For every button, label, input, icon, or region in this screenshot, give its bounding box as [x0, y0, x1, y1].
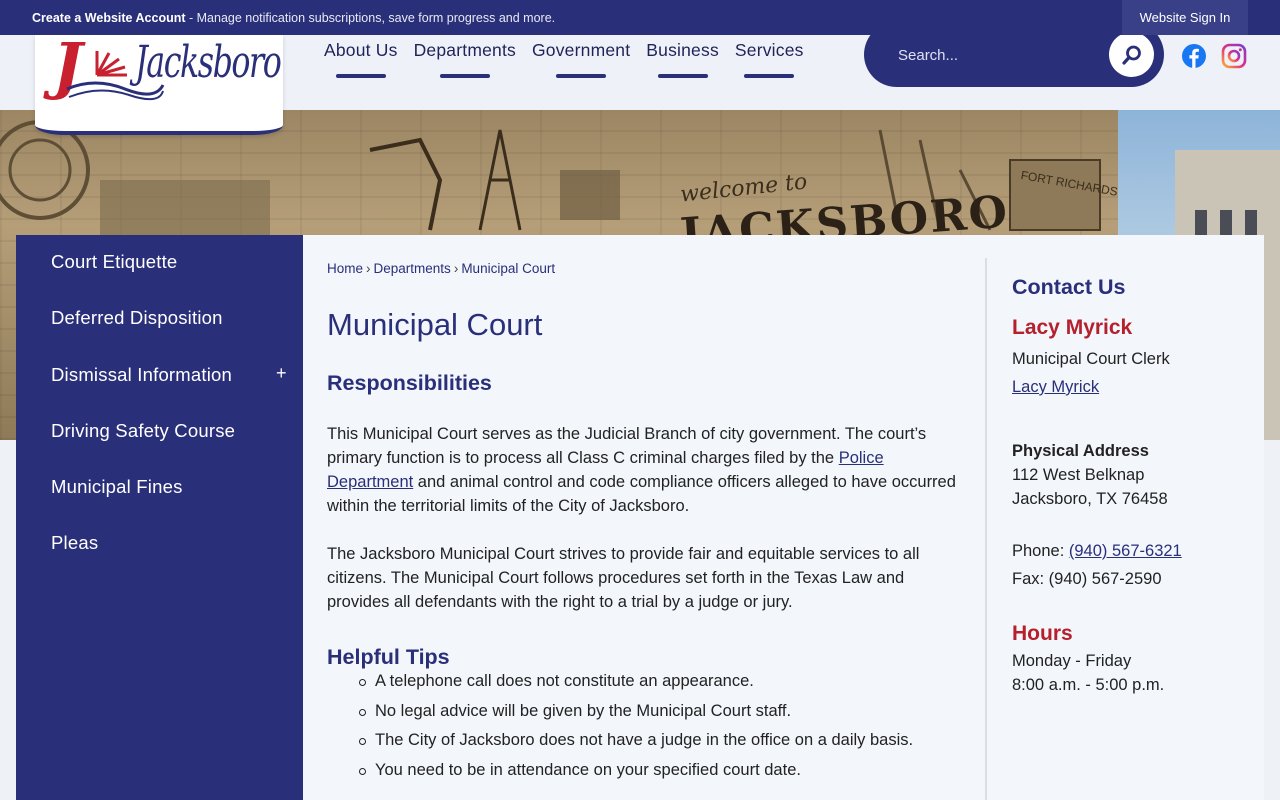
fax-line: Fax: (940) 567-2590	[1012, 570, 1162, 588]
hours-heading: Hours	[1012, 622, 1073, 645]
search-icon	[1121, 45, 1141, 65]
instagram-icon[interactable]	[1221, 43, 1247, 69]
expand-toggle-icon[interactable]: +	[276, 363, 287, 384]
nav-business[interactable]: Business	[638, 40, 727, 76]
responsibilities-heading: Responsibilities	[327, 371, 492, 395]
helpful-tips-heading: Helpful Tips	[327, 645, 450, 669]
phone-label: Phone:	[1012, 542, 1069, 560]
contact-heading: Contact Us	[1012, 275, 1126, 299]
breadcrumb-current[interactable]: Municipal Court	[461, 261, 555, 276]
nav-government[interactable]: Government	[524, 40, 638, 76]
sidebar-item-dismissal-information[interactable]: Dismissal Information	[51, 364, 232, 386]
contact-email-link[interactable]: Lacy Myrick	[1012, 378, 1099, 396]
contact-email-line: Lacy Myrick	[1012, 375, 1099, 399]
nav-services[interactable]: Services	[727, 40, 812, 76]
create-account-text: - Manage notification subscriptions, sav…	[185, 10, 556, 25]
main-content: Home › Departments › Municipal Court Municip…	[303, 235, 987, 800]
address-line-2: Jacksboro, TX 76458	[1012, 490, 1168, 508]
phone-line: Phone: (940) 567-6321	[1012, 539, 1182, 563]
paragraph-text: and animal control and code compliance o…	[327, 473, 956, 515]
hours-days: Monday - Friday	[1012, 652, 1132, 670]
search-input[interactable]	[898, 42, 1098, 68]
site-logo[interactable]: J Jacksboro	[35, 35, 283, 135]
breadcrumb-home[interactable]: Home	[327, 261, 363, 276]
list-item: A telephone call does not constitute an …	[351, 672, 913, 702]
column-divider	[985, 258, 987, 800]
hours-time: 8:00 a.m. - 5:00 p.m.	[1012, 676, 1165, 694]
helpful-tips-list: A telephone call does not constitute an …	[351, 672, 913, 791]
sidebar-item-pleas[interactable]: Pleas	[51, 532, 98, 554]
sidebar-item-deferred-disposition[interactable]: Deferred Disposition	[51, 307, 223, 329]
list-item: You need to be in attendance on your spe…	[351, 761, 913, 791]
account-bar: Create a Website Account - Manage notifi…	[0, 0, 1280, 35]
search-button[interactable]	[1109, 32, 1154, 77]
address-label: Physical Address	[1012, 442, 1149, 460]
section-sidebar: Court Etiquette Deferred Disposition Dis…	[16, 235, 303, 800]
logo-swoosh-icon	[66, 81, 165, 101]
list-item: The City of Jacksboro does not have a ju…	[351, 731, 913, 761]
responsibilities-paragraph-2: The Jacksboro Municipal Court strives to…	[327, 545, 920, 611]
breadcrumb-departments[interactable]: Departments	[374, 261, 451, 276]
facebook-icon[interactable]	[1181, 43, 1207, 69]
breadcrumb-separator: ›	[366, 261, 371, 276]
sidebar-item-court-etiquette[interactable]: Court Etiquette	[51, 251, 177, 273]
nav-about-us[interactable]: About Us	[316, 40, 406, 76]
address-line-1: 112 West Belknap	[1012, 466, 1145, 484]
contact-panel: Contact Us Lacy Myrick Municipal Court C…	[987, 235, 1264, 800]
website-sign-in-button[interactable]: Website Sign In	[1122, 0, 1248, 35]
paragraph-text: This Municipal Court serves as the Judic…	[327, 425, 927, 467]
create-account-link[interactable]: Create a Website Account	[32, 11, 186, 25]
page-title: Municipal Court	[327, 307, 543, 342]
create-account-notice: Create a Website Account - Manage notifi…	[0, 11, 555, 25]
phone-link[interactable]: (940) 567-6321	[1069, 542, 1182, 560]
contact-name: Lacy Myrick	[1012, 316, 1133, 339]
list-item: No legal advice will be given by the Mun…	[351, 702, 913, 732]
nav-departments[interactable]: Departments	[406, 40, 524, 76]
logo-sun-icon	[95, 51, 127, 77]
main-nav: About Us Departments Government Business…	[316, 40, 812, 76]
breadcrumb: Home › Departments › Municipal Court	[327, 261, 555, 276]
breadcrumb-separator: ›	[453, 261, 459, 276]
sidebar-item-municipal-fines[interactable]: Municipal Fines	[51, 476, 183, 498]
contact-role: Municipal Court Clerk	[1012, 350, 1170, 368]
responsibilities-paragraph-1: This Municipal Court serves as the Judic…	[327, 422, 967, 518]
sidebar-item-driving-safety-course[interactable]: Driving Safety Course	[51, 420, 235, 442]
